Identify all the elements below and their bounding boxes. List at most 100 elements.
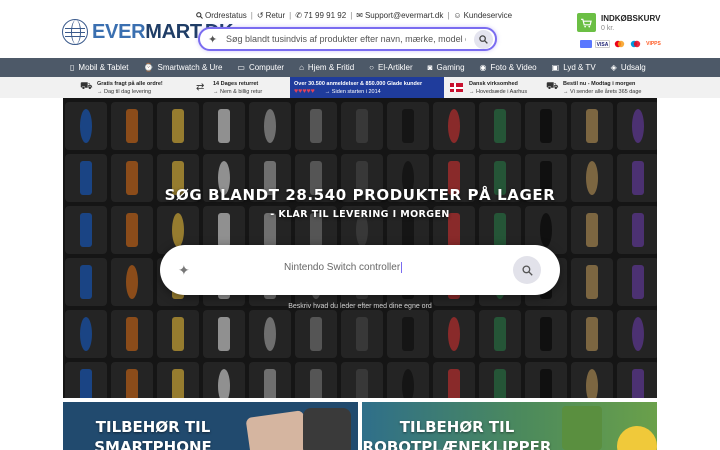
banner-title: TILBEHØR TIL SMARTPHONE [94, 418, 212, 450]
usp-return: ⇄ 14 Dages returret → Nem & billig retur [190, 77, 290, 98]
usp-title: Dansk virksomhed [469, 80, 518, 87]
usp-next-day: ⛟ Bestil nu - Modtag i morgen → Vi sender… [540, 77, 680, 98]
nav-udsalg[interactable]: ◈ Udsalg [611, 63, 646, 72]
usp-subtitle: → Hovedsæde i Aarhus [469, 88, 528, 95]
nav-lyd-tv[interactable]: ▣ Lyd & TV [552, 63, 596, 72]
page: EVERMART.DK Ordrestatus | ↺ Retur | ✆ 71… [0, 0, 720, 450]
return-link[interactable]: ↺ Retur [257, 11, 285, 20]
category-nav: ▯ Mobil & Tablet ⌚ Smartwatch & Ure ▭ Compu… [0, 58, 720, 77]
phone-product-image [303, 408, 351, 450]
banner-title: TILBEHØR TIL ROBOTPLÆNEKLIPPER [362, 418, 552, 450]
sparkle-icon: ✦ [178, 262, 190, 278]
return-icon: ↺ [256, 10, 264, 20]
nav-gaming[interactable]: ◙ Gaming [428, 63, 465, 72]
nav-label: Smartwatch & Ure [157, 63, 223, 72]
usp-reviews[interactable]: Over 30.500 anmeldelser & 850.000 Glade … [290, 77, 444, 98]
nav-hjem-fritid[interactable]: ⌂ Hjem & Fritid [299, 63, 354, 72]
return-box-icon: ⇄ [196, 82, 205, 93]
usp-title: Bestil nu - Modtag i morgen [563, 80, 636, 87]
nav-label: Foto & Video [490, 63, 537, 72]
globe-icon [62, 19, 88, 45]
hearts-icon: ♥♥♥♥♥ [294, 87, 315, 95]
bulb-icon: ○ [369, 63, 374, 72]
maestro-icon [629, 40, 642, 48]
speaker-icon: ▣ [551, 63, 560, 72]
mail-icon: ✉ [356, 10, 363, 20]
nav-label: Hjem & Fritid [307, 63, 355, 72]
usp-subtitle: → Dag til dag levering [97, 88, 152, 95]
email-label: Support@evermart.dk [364, 11, 444, 20]
hero-search-hint: Beskriv hvad du leder efter med dine egn… [288, 303, 432, 310]
cart-total: 0 kr. [601, 25, 615, 32]
text-caret [401, 262, 403, 273]
laptop-icon: ▭ [237, 63, 245, 72]
banner-robot-mower-accessories[interactable]: TILBEHØR TIL ROBOTPLÆNEKLIPPER [362, 402, 657, 450]
search-icon [196, 12, 203, 19]
cart-icon [577, 13, 596, 32]
delivery-truck-icon: ⛟ [546, 81, 559, 92]
nav-mobil-tablet[interactable]: ▯ Mobil & Tablet [70, 63, 129, 72]
danish-flag-icon [450, 83, 463, 92]
usp-title: Gratis fragt på alle ordre! [97, 80, 163, 87]
gamepad-icon: ◙ [427, 63, 433, 72]
top-links: Ordrestatus | ↺ Retur | ✆ 71 99 91 92 | … [196, 11, 512, 20]
payment-methods: VISA VIPPS [580, 40, 662, 48]
nav-el-artikler[interactable]: ○ El-Artikler [369, 63, 413, 72]
hero-banner: SØG BLANDT 28.540 PRODUKTER PÅ LAGER - K… [63, 98, 657, 398]
usp-title: 14 Dages returret [213, 80, 259, 87]
hero-subtitle: - KLAR TIL LEVERING I MORGEN [270, 209, 450, 220]
phone-product-image [245, 410, 309, 450]
hero-title: SØG BLANDT 28.540 PRODUKTER PÅ LAGER [164, 186, 556, 204]
cart-label: INDKØBSKURV [601, 14, 661, 23]
camera-icon: ◉ [479, 63, 487, 72]
site-header: EVERMART.DK Ordrestatus | ↺ Retur | ✆ 71… [0, 0, 720, 58]
nav-label: Lyd & TV [563, 63, 596, 72]
mastercard-icon [613, 40, 626, 48]
mobilepay-icon [580, 40, 592, 48]
vipps-icon: VIPPS [645, 40, 662, 48]
usp-free-shipping: ⛟ Gratis fragt på alle ordre! → Dag til d… [0, 77, 190, 98]
return-label: Retur [265, 11, 286, 20]
watch-icon: ⌚ [143, 63, 154, 72]
nav-label: Gaming [436, 63, 465, 72]
logo-text-part1: EVER [92, 20, 146, 43]
visa-icon: VISA [595, 40, 610, 48]
divider: | [250, 11, 253, 20]
phone-icon: ✆ [295, 10, 302, 20]
nav-label: Mobil & Tablet [78, 63, 129, 72]
order-status-label: Ordrestatus [205, 11, 247, 20]
truck-icon: ⛟ [80, 81, 93, 92]
email-link[interactable]: ✉ Support@evermart.dk [356, 11, 443, 20]
search-input[interactable]: Søg blandt tusindvis af produkter efter … [226, 34, 466, 44]
order-status-link[interactable]: Ordrestatus [196, 11, 247, 20]
nav-foto-video[interactable]: ◉ Foto & Video [480, 63, 537, 72]
customer-service-link[interactable]: ☺ Kundeservice [453, 11, 512, 20]
usp-subtitle: → Siden starten i 2014 [324, 88, 381, 95]
nav-smartwatch-ure[interactable]: ⌚ Smartwatch & Ure [144, 63, 223, 72]
support-icon: ☺ [453, 10, 462, 20]
hero-search-box[interactable]: ✦ Nintendo Switch controller [160, 245, 560, 295]
sparkle-icon: ✦ [208, 33, 218, 46]
nav-label: Computer [248, 63, 285, 72]
divider: | [350, 11, 353, 20]
cart-button[interactable]: INDKØBSKURV 0 kr. [577, 13, 660, 33]
nav-computer[interactable]: ▭ Computer [237, 63, 284, 72]
phone-link[interactable]: ✆ 71 99 91 92 [295, 11, 346, 20]
hero-search-value: Nintendo Switch controller [284, 262, 401, 274]
search-icon [521, 264, 533, 276]
divider: | [447, 11, 450, 20]
divider: | [289, 11, 292, 20]
hero-search-button[interactable] [513, 256, 541, 284]
header-search[interactable]: ✦ Søg blandt tusindvis af produkter efte… [198, 27, 497, 51]
tag-icon: ◈ [610, 63, 617, 72]
usp-danish: Dansk virksomhed → Hovedsæde i Aarhus [444, 77, 540, 98]
search-button[interactable] [474, 30, 493, 49]
usp-bar: ⛟ Gratis fragt på alle ordre! → Dag til d… [0, 77, 720, 98]
phone-label: 71 99 91 92 [303, 11, 347, 20]
banner-smartphone-accessories[interactable]: TILBEHØR TIL SMARTPHONE [63, 402, 358, 450]
phone-icon: ▯ [70, 63, 75, 72]
hero-search-input[interactable]: Nintendo Switch controller [284, 262, 403, 274]
nav-label: Udsalg [620, 63, 646, 72]
nav-label: El-Artikler [378, 63, 413, 72]
customer-service-label: Kundeservice [463, 11, 513, 20]
